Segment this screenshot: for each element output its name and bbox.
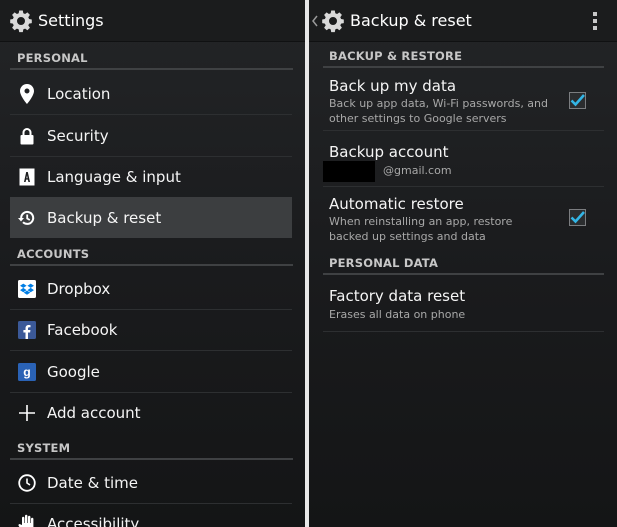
pref-factory-data-reset[interactable]: Factory data reset Erases all data on ph…	[323, 277, 604, 332]
svg-text:g: g	[23, 365, 31, 379]
pref-title: Back up my data	[329, 77, 457, 95]
section-header-personal-data: PERSONAL DATA	[323, 248, 604, 275]
section-header-backup-restore: BACKUP & RESTORE	[323, 41, 604, 68]
page-title: Backup & reset	[350, 11, 472, 30]
pref-backup-account[interactable]: Backup account @gmail.com	[323, 131, 604, 187]
backup-reset-pane: Backup & reset BACKUP & RESTORE Back up …	[309, 0, 617, 527]
settings-item-label: Dropbox	[47, 279, 111, 298]
redacted-email-prefix	[323, 161, 375, 182]
section-header-personal: PERSONAL	[10, 43, 293, 70]
page-title: Settings	[38, 11, 104, 30]
backup-data-checkbox[interactable]	[569, 92, 586, 109]
settings-item-label: Language & input	[47, 167, 181, 186]
gear-icon[interactable]	[9, 9, 33, 33]
settings-item-label: Backup & reset	[47, 208, 162, 227]
section-label: SYSTEM	[17, 441, 71, 455]
checkmark-icon	[570, 211, 585, 224]
section-label: PERSONAL DATA	[329, 256, 439, 270]
pref-automatic-restore[interactable]: Automatic restore When reinstalling an a…	[323, 187, 604, 248]
section-divider	[323, 273, 604, 275]
checkmark-icon	[570, 94, 585, 107]
overflow-menu-icon[interactable]	[592, 11, 598, 31]
section-header-accounts: ACCOUNTS	[10, 239, 293, 266]
item-divider	[323, 331, 604, 332]
settings-item-label: Accessibility	[47, 514, 140, 527]
section-label: PERSONAL	[17, 51, 88, 65]
restore-clock-icon	[18, 207, 36, 229]
settings-item-backup-reset[interactable]: Backup & reset	[10, 197, 292, 238]
plus-icon	[18, 402, 36, 424]
pref-summary: Back up app data, Wi-Fi passwords, and o…	[329, 97, 549, 125]
dropbox-icon	[18, 278, 36, 300]
google-icon: g	[18, 361, 36, 383]
settings-item-security[interactable]: Security	[10, 115, 292, 157]
settings-item-facebook[interactable]: Facebook	[10, 309, 292, 351]
pref-title: Backup account	[329, 143, 449, 161]
settings-item-language-input[interactable]: Language & input	[10, 156, 292, 197]
map-pin-icon	[18, 83, 36, 105]
section-divider	[10, 458, 293, 460]
pref-title: Automatic restore	[329, 195, 464, 213]
settings-item-location[interactable]: Location	[10, 73, 292, 115]
hand-icon	[18, 513, 36, 527]
settings-item-accessibility[interactable]: Accessibility	[10, 503, 292, 527]
section-header-system: SYSTEM	[10, 433, 293, 460]
settings-item-label: Facebook	[47, 320, 118, 339]
automatic-restore-checkbox[interactable]	[569, 209, 586, 226]
settings-item-label: Google	[47, 362, 100, 381]
settings-item-add-account[interactable]: Add account	[10, 392, 292, 433]
gear-icon[interactable]	[321, 9, 345, 33]
pref-summary: Erases all data on phone	[329, 308, 466, 321]
settings-item-date-time[interactable]: Date & time	[10, 462, 292, 504]
clock-icon	[18, 472, 36, 494]
settings-item-dropbox[interactable]: Dropbox	[10, 268, 292, 310]
section-label: ACCOUNTS	[17, 247, 90, 261]
pref-title: Factory data reset	[329, 287, 466, 305]
pref-summary: @gmail.com	[383, 164, 452, 177]
section-divider	[10, 264, 293, 266]
facebook-icon	[18, 319, 36, 341]
pref-back-up-my-data[interactable]: Back up my data Back up app data, Wi-Fi …	[323, 70, 604, 131]
settings-pane: Settings PERSONAL Location Security Lang…	[0, 0, 305, 527]
lock-icon	[18, 125, 36, 147]
settings-item-label: Add account	[47, 403, 141, 422]
settings-item-label: Date & time	[47, 473, 138, 492]
backup-action-bar: Backup & reset	[309, 0, 617, 42]
section-divider	[10, 68, 293, 70]
section-label: BACKUP & RESTORE	[329, 49, 463, 63]
settings-action-bar: Settings	[0, 0, 305, 42]
keyboard-a-icon	[18, 166, 36, 188]
back-caret-icon[interactable]	[312, 15, 318, 27]
settings-item-label: Security	[47, 126, 109, 145]
settings-item-google[interactable]: g Google	[10, 351, 292, 393]
settings-item-label: Location	[47, 84, 111, 103]
pref-summary: When reinstalling an app, restore backed…	[329, 215, 513, 243]
section-divider	[323, 66, 604, 68]
